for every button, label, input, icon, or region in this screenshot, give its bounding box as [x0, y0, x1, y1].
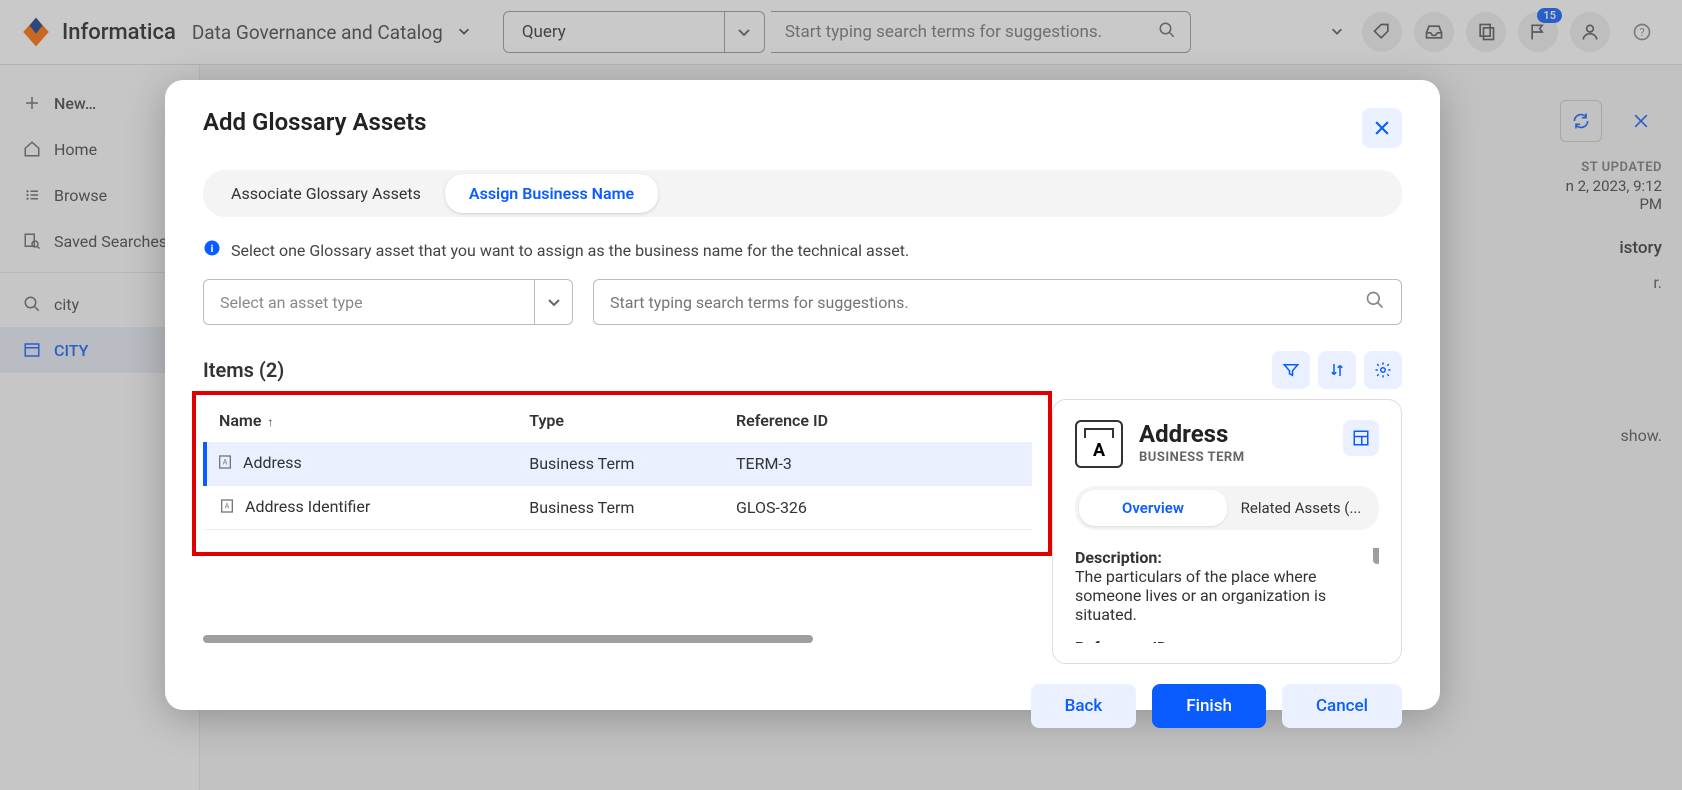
back-button[interactable]: Back	[1031, 684, 1137, 728]
table-row[interactable]: A Address Business Term TERM-3	[205, 442, 1032, 485]
results-table-wrap: Name↑ Type Reference ID A Address Busines…	[203, 399, 1032, 664]
items-count: Items (2)	[203, 358, 284, 382]
sort-icon	[1328, 361, 1346, 379]
asset-type-placeholder: Select an asset type	[204, 280, 534, 324]
svg-text:i: i	[211, 242, 214, 255]
tab-overview[interactable]: Overview	[1079, 490, 1227, 526]
tab-assign-business-name[interactable]: Assign Business Name	[445, 174, 658, 213]
detail-tabs: Overview Related Assets (...	[1075, 486, 1379, 530]
search-icon[interactable]	[1365, 290, 1385, 314]
cell-type: Business Term	[519, 442, 726, 485]
results-table: Name↑ Type Reference ID A Address Busines…	[203, 399, 1032, 530]
horizontal-scrollbar[interactable]	[203, 635, 1032, 643]
svg-text:A: A	[225, 501, 230, 510]
info-icon: i	[203, 239, 221, 261]
detail-body: Description: The particulars of the plac…	[1075, 548, 1379, 643]
finish-button[interactable]: Finish	[1152, 684, 1266, 728]
svg-text:A: A	[223, 457, 228, 466]
business-term-icon: A	[1075, 420, 1123, 468]
term-icon: A	[217, 454, 233, 474]
sort-button[interactable]	[1318, 351, 1356, 389]
open-detail-button[interactable]	[1343, 420, 1379, 456]
gear-icon	[1374, 361, 1392, 379]
cancel-button[interactable]: Cancel	[1282, 684, 1402, 728]
reference-id-label: Reference ID:	[1075, 638, 1379, 643]
tab-related-assets[interactable]: Related Assets (...	[1227, 490, 1375, 526]
close-icon	[1372, 118, 1392, 138]
table-row[interactable]: A Address Identifier Business Term GLOS-3…	[205, 485, 1032, 529]
tab-associate[interactable]: Associate Glossary Assets	[207, 174, 445, 213]
filter-icon	[1282, 361, 1300, 379]
cell-ref: GLOS-326	[726, 485, 1032, 529]
cell-name: Address Identifier	[245, 497, 370, 516]
cell-ref: TERM-3	[726, 442, 1032, 485]
settings-button[interactable]	[1364, 351, 1402, 389]
vertical-scrollbar[interactable]	[1373, 548, 1379, 564]
description-text: The particulars of the place where someo…	[1075, 567, 1326, 624]
filter-button[interactable]	[1272, 351, 1310, 389]
chevron-down-icon[interactable]	[534, 280, 572, 324]
cell-name: Address	[243, 453, 302, 472]
column-reference-id[interactable]: Reference ID	[726, 399, 1032, 442]
dialog-title: Add Glossary Assets	[203, 108, 427, 136]
column-type[interactable]: Type	[519, 399, 726, 442]
info-message: i Select one Glossary asset that you wan…	[203, 239, 1402, 261]
detail-panel: A Address BUSINESS TERM Overview Related…	[1052, 399, 1402, 664]
add-glossary-dialog: Add Glossary Assets Associate Glossary A…	[165, 80, 1440, 710]
dialog-search[interactable]	[593, 279, 1402, 325]
cell-type: Business Term	[519, 485, 726, 529]
info-text: Select one Glossary asset that you want …	[231, 241, 909, 260]
close-button[interactable]	[1362, 108, 1402, 148]
column-name[interactable]: Name↑	[205, 399, 519, 442]
grid-icon	[1352, 429, 1370, 447]
detail-subtitle: BUSINESS TERM	[1139, 450, 1245, 465]
dialog-search-input[interactable]	[610, 293, 1365, 312]
detail-title: Address	[1139, 420, 1245, 448]
term-icon: A	[219, 498, 235, 518]
asset-type-dropdown[interactable]: Select an asset type	[203, 279, 573, 325]
dialog-footer: Back Finish Cancel	[203, 664, 1402, 728]
description-label: Description:	[1075, 548, 1162, 567]
dialog-tabs: Associate Glossary Assets Assign Busines…	[203, 170, 1402, 217]
sort-asc-icon: ↑	[267, 415, 273, 429]
